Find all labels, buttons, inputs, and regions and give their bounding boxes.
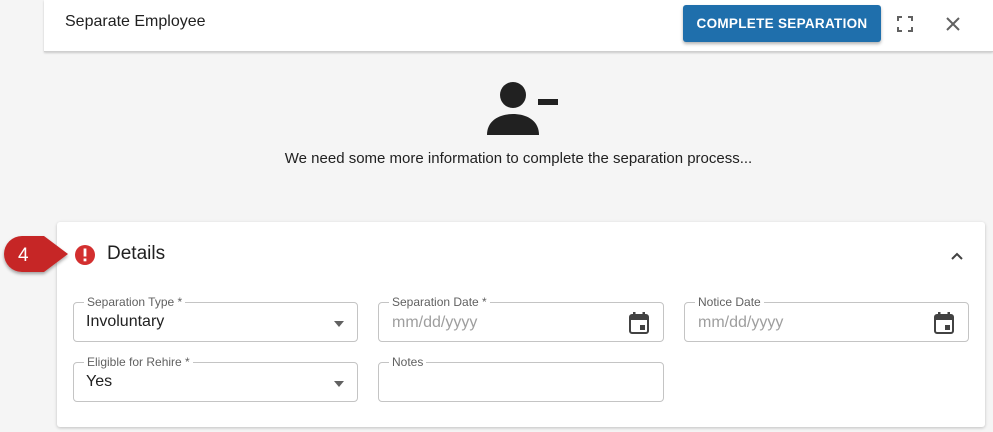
field-value: Yes [86,373,113,390]
notice-date-field[interactable]: Notice Date mm/dd/yyyy [684,295,969,342]
fullscreen-icon[interactable] [893,12,917,36]
field-placeholder: mm/dd/yyyy [392,314,478,331]
calendar-icon[interactable] [627,311,651,335]
field-label: Separation Type * [84,295,186,309]
dialog-title: Separate Employee [65,13,206,30]
dialog-header: Separate Employee COMPLETE SEPARATION [44,0,993,52]
complete-separation-button[interactable]: COMPLETE SEPARATION [683,5,881,42]
separation-date-field[interactable]: Separation Date * mm/dd/yyyy [378,295,664,342]
field-label: Notice Date [695,295,764,309]
callout-number: 4 [18,245,29,266]
details-card: Details Separation Type * Involuntary Se… [57,222,985,427]
info-message: We need some more information to complet… [284,150,753,167]
field-label: Separation Date * [389,295,490,309]
calendar-icon[interactable] [932,311,956,335]
step-callout-badge: 4 [0,234,70,278]
person-remove-icon [487,78,559,141]
eligible-for-rehire-select[interactable]: Eligible for Rehire * Yes [73,355,358,402]
close-icon[interactable] [941,12,965,36]
field-placeholder: mm/dd/yyyy [698,314,784,331]
separate-employee-dialog: Separate Employee COMPLETE SEPARATION We… [44,0,993,432]
notes-field[interactable]: Notes [378,355,664,402]
field-label: Notes [389,355,427,369]
dropdown-arrow-icon [333,317,345,329]
field-value: Involuntary [86,313,165,330]
separation-type-select[interactable]: Separation Type * Involuntary [73,295,358,342]
dropdown-arrow-icon [333,377,345,389]
details-title: Details [107,243,166,264]
field-label: Eligible for Rehire * [84,355,193,369]
error-icon [74,244,96,271]
chevron-up-icon[interactable] [945,244,969,268]
